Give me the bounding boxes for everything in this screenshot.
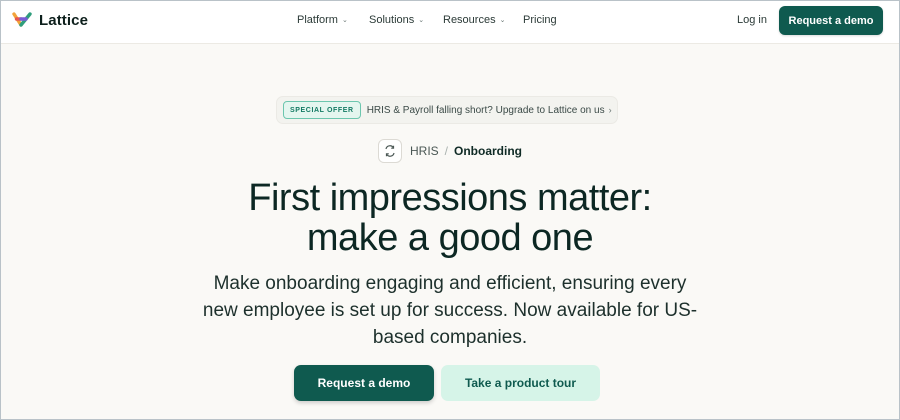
special-offer-badge: SPECIAL OFFER bbox=[283, 101, 361, 119]
breadcrumb-current: Onboarding bbox=[454, 144, 523, 158]
chevron-down-icon: ⌄ bbox=[499, 17, 506, 24]
menu-item-resources[interactable]: Resources ⌄ bbox=[443, 14, 505, 26]
top-navigation: Lattice Platform ⌄ Solutions ⌄ Resources… bbox=[1, 1, 899, 44]
menu-item-pricing[interactable]: Pricing bbox=[523, 14, 557, 26]
request-demo-nav-button[interactable]: Request a demo bbox=[779, 6, 883, 35]
onboarding-sync-icon bbox=[378, 139, 402, 163]
login-link[interactable]: Log in bbox=[737, 14, 767, 26]
chevron-down-icon: ⌄ bbox=[341, 17, 348, 24]
breadcrumb: HRIS / Onboarding bbox=[378, 138, 522, 164]
menu-item-label: Pricing bbox=[523, 14, 557, 26]
special-offer-text: HRIS & Payroll falling short? Upgrade to… bbox=[366, 104, 605, 116]
request-demo-button[interactable]: Request a demo bbox=[294, 365, 434, 401]
chevron-down-icon: ⌄ bbox=[418, 17, 425, 24]
hero-title-line-1: First impressions matter: bbox=[248, 177, 652, 219]
special-offer-banner[interactable]: SPECIAL OFFER HRIS & Payroll falling sho… bbox=[276, 96, 618, 124]
menu-item-label: Platform bbox=[297, 14, 338, 26]
logo-text: Lattice bbox=[39, 11, 89, 29]
menu-item-solutions[interactable]: Solutions ⌄ bbox=[369, 14, 424, 26]
menu-item-label: Solutions bbox=[369, 14, 415, 26]
product-tour-button[interactable]: Take a product tour bbox=[441, 365, 600, 401]
logo[interactable]: Lattice bbox=[11, 11, 88, 29]
chevron-right-icon: › bbox=[608, 105, 612, 115]
menu-item-label: Resources bbox=[443, 14, 496, 26]
hero-title-line-2: make a good one bbox=[306, 217, 594, 259]
hero-subtitle: Make onboarding engaging and efficient, … bbox=[202, 273, 698, 348]
lattice-logo-icon bbox=[11, 11, 33, 29]
hero-title: First impressions matter: make a good on… bbox=[150, 178, 750, 258]
breadcrumb-separator: / bbox=[444, 144, 449, 158]
breadcrumb-parent-link[interactable]: HRIS bbox=[410, 144, 439, 158]
menu-item-platform[interactable]: Platform ⌄ bbox=[297, 14, 348, 26]
